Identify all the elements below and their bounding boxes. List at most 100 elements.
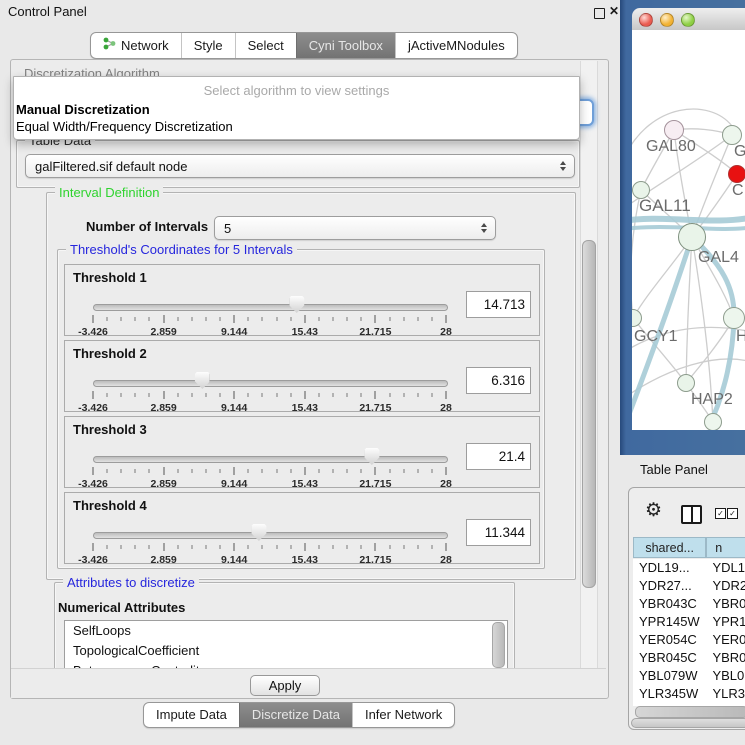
panel-hscrollbar-thumb[interactable]	[631, 718, 745, 728]
table-cell[interactable]: YER0	[706, 631, 745, 649]
tab-jactivemnodules[interactable]: jActiveMNodules	[395, 33, 517, 58]
threshold-slider[interactable]: -3.4262.8599.14415.4321.71528	[93, 369, 446, 409]
interval-definition-group-title: Interval Definition	[55, 185, 163, 200]
network-window-titlebar[interactable]	[632, 8, 745, 31]
table-row[interactable]: YBR045CYBR0	[633, 649, 745, 667]
stepper-arrows-icon	[476, 223, 495, 233]
node-gal4[interactable]	[678, 223, 706, 251]
dropdown-option-manual[interactable]: Manual Discretization	[16, 102, 150, 117]
dropdown-option-equal-width[interactable]: Equal Width/Frequency Discretization	[16, 119, 233, 134]
node-red[interactable]	[728, 165, 745, 183]
interval-definition-group: Interval Definition Number of Intervals …	[46, 192, 576, 580]
split-columns-icon[interactable]	[681, 505, 702, 524]
table-cell[interactable]: YDR2	[706, 577, 745, 595]
checkbox-icon[interactable]: ✓	[715, 508, 726, 519]
node-gal80[interactable]	[664, 120, 684, 140]
minimize-traffic-light-icon[interactable]	[660, 13, 674, 27]
attributes-group-title: Attributes to discretize	[63, 575, 199, 590]
table-cell[interactable]: YPR145W	[633, 613, 706, 631]
network-canvas[interactable]: GAL80GCGAL11GAL4GCY1HHAP2	[632, 30, 745, 430]
tab-cyni-toolbox[interactable]: Cyni Toolbox	[296, 33, 395, 58]
table-row[interactable]: YLR345WYLR3	[633, 685, 745, 703]
list-item[interactable]: TopologicalCoefficient	[65, 641, 507, 661]
slider-track	[93, 380, 448, 387]
tab-infer-network[interactable]: Infer Network	[352, 703, 454, 727]
control-panel-tabbar: NetworkStyleSelectCyni ToolboxjActiveMNo…	[90, 32, 518, 59]
node-label: G	[734, 143, 745, 161]
table-cell[interactable]: YBR043C	[633, 595, 706, 613]
table-cell[interactable]: YBR0	[706, 649, 745, 667]
close-icon[interactable]: ✕	[609, 4, 619, 18]
apply-button[interactable]: Apply	[250, 675, 320, 696]
table-row[interactable]: YBL079WYBL0	[633, 667, 745, 685]
tick-label: -3.426	[78, 478, 108, 490]
dropdown-placeholder: Select algorithm to view settings	[14, 83, 579, 98]
float-window-icon[interactable]	[594, 8, 605, 19]
column-header[interactable]: shared...	[633, 537, 706, 558]
threshold-slider[interactable]: -3.4262.8599.14415.4321.71528	[93, 445, 446, 485]
table-cell[interactable]: YLR345W	[633, 685, 706, 703]
node-label: GCY1	[634, 328, 678, 346]
table-row[interactable]: YDR27...YDR2	[633, 577, 745, 595]
table-cell[interactable]: YBL079W	[633, 667, 706, 685]
tab-impute-data[interactable]: Impute Data	[144, 703, 239, 727]
table-cell[interactable]: YPR1	[706, 613, 745, 631]
tick-label: 28	[440, 402, 452, 414]
table-cell[interactable]: YDL19...	[633, 559, 706, 577]
node-h[interactable]	[723, 307, 745, 329]
threshold-value-field[interactable]	[466, 291, 531, 318]
threshold-slider[interactable]: -3.4262.8599.14415.4321.71528	[93, 521, 446, 561]
threshold-value-field[interactable]	[466, 367, 531, 394]
threshold-panel: Threshold 3-3.4262.8599.14415.4321.71528	[64, 416, 540, 488]
threshold-value-field[interactable]	[466, 519, 531, 546]
list-item[interactable]: SelfLoops	[65, 621, 507, 641]
table-cell[interactable]: YBR0	[706, 595, 745, 613]
node-bottom[interactable]	[704, 413, 722, 430]
node-hap2[interactable]	[677, 374, 695, 392]
control-panel-title: Control Panel	[8, 4, 87, 19]
table-row[interactable]: YBR043CYBR0	[633, 595, 745, 613]
gear-icon[interactable]: ⚙	[645, 501, 662, 520]
algorithm-dropdown-popup: Select algorithm to view settings Manual…	[13, 76, 580, 140]
column-header[interactable]: n	[706, 537, 745, 558]
table-cell[interactable]: YER054C	[633, 631, 706, 649]
tick-label: 15.43	[292, 554, 318, 566]
thresholds-group-title: Threshold's Coordinates for 5 Intervals	[66, 242, 297, 257]
slider-track	[93, 304, 448, 311]
tick-label: -3.426	[78, 554, 108, 566]
tab-discretize-data[interactable]: Discretize Data	[239, 703, 352, 727]
tab-select[interactable]: Select	[235, 33, 296, 58]
threshold-label: Threshold 1	[73, 270, 147, 285]
table-hscrollbar-thumb[interactable]	[635, 706, 745, 718]
tab-label: Infer Network	[365, 707, 442, 722]
table-cell[interactable]: YBR045C	[633, 649, 706, 667]
apply-bar: Apply	[11, 668, 606, 698]
number-of-intervals-combobox[interactable]: 5	[214, 216, 496, 240]
close-traffic-light-icon[interactable]	[639, 13, 653, 27]
table-row[interactable]: YDL19...YDL1	[633, 559, 745, 577]
threshold-value-field[interactable]	[466, 443, 531, 470]
zoom-traffic-light-icon[interactable]	[681, 13, 695, 27]
table-data-combobox[interactable]: galFiltered.sif default node	[25, 154, 575, 178]
table-panel: ⚙ ✓ ✓ shared...n YDL19...YDL1YDR27...YDR…	[628, 487, 745, 730]
threshold-label: Threshold 4	[73, 498, 147, 513]
tab-style[interactable]: Style	[181, 33, 235, 58]
numerical-attributes-list[interactable]: SelfLoopsTopologicalCoefficientBetweenne…	[64, 620, 508, 672]
tab-network[interactable]: Network	[91, 33, 181, 58]
list-scrollbar-thumb[interactable]	[492, 622, 505, 668]
threshold-slider[interactable]: -3.4262.8599.14415.4321.71528	[93, 293, 446, 333]
node-upper-right[interactable]	[722, 125, 742, 145]
table-cell[interactable]: YDL1	[706, 559, 745, 577]
tick-label: 15.43	[292, 402, 318, 414]
table-body: YDL19...YDL1YDR27...YDR2YBR043CYBR0YPR14…	[633, 559, 745, 706]
table-data-selected-value: galFiltered.sif default node	[26, 159, 555, 174]
tick-label: 28	[440, 554, 452, 566]
table-cell[interactable]: YDR27...	[633, 577, 706, 595]
table-cell[interactable]: YBL0	[706, 667, 745, 685]
table-row[interactable]: YER054CYER0	[633, 631, 745, 649]
table-cell[interactable]: YLR3	[706, 685, 745, 703]
checkbox-icon[interactable]: ✓	[727, 508, 738, 519]
table-row[interactable]: YPR145WYPR1	[633, 613, 745, 631]
network-window-frame: GAL80GCGAL11GAL4GCY1HHAP2	[620, 0, 745, 455]
panel-scrollbar-thumb[interactable]	[582, 240, 596, 588]
